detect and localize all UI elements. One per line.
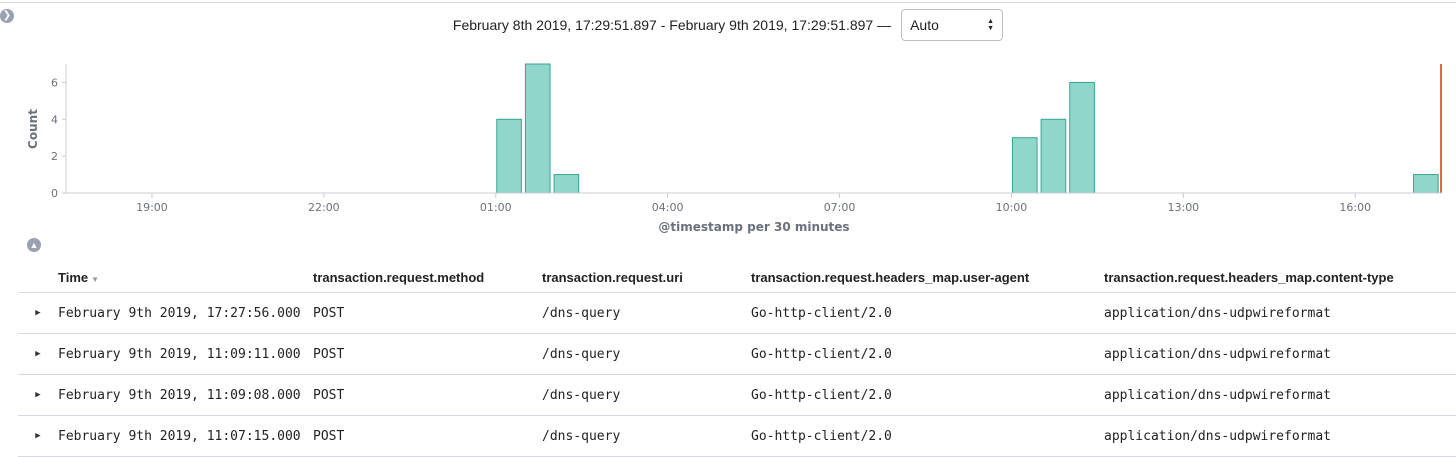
table-cell: application/dns-udpwireformat (1104, 333, 1456, 375)
table-cell: /dns-query (542, 292, 751, 334)
table-cell: POST (313, 292, 542, 334)
y-tick-label: 4 (51, 113, 58, 126)
y-tick-label: 6 (51, 76, 58, 89)
table-cell: Go-http-client/2.0 (751, 292, 1104, 334)
x-tick-label: 10:00 (996, 201, 1028, 214)
collapse-chart-icon[interactable]: ▲ (27, 238, 41, 252)
sort-desc-icon[interactable]: ▼ (91, 275, 99, 284)
table-cell: Go-http-client/2.0 (751, 333, 1104, 375)
column-header[interactable]: transaction.request.headers_map.content-… (1104, 262, 1456, 293)
y-tick-label: 0 (51, 187, 58, 200)
y-axis-title: Count (26, 109, 40, 149)
documents-table: Time ▼ transaction.request.method transacti… (18, 262, 1456, 457)
table-cell: POST (313, 415, 542, 457)
table-row[interactable]: ▶ February 9th 2019, 11:09:11.000 POST/dns… (18, 333, 1456, 375)
time-range-bar: February 8th 2019, 17:29:51.897 - Februa… (0, 8, 1456, 42)
x-tick-label: 01:00 (480, 201, 512, 214)
table-row[interactable]: ▶ February 9th 2019, 17:27:56.000 POST/dns… (18, 292, 1456, 334)
histogram-bar[interactable] (496, 118, 522, 194)
table-cell: POST (313, 374, 542, 416)
expand-column-header (18, 262, 58, 293)
x-tick-label: 22:00 (308, 201, 340, 214)
table-cell: application/dns-udpwireformat (1104, 415, 1456, 457)
x-tick-label: 07:00 (824, 201, 856, 214)
histogram-bar[interactable] (1011, 137, 1038, 194)
expand-row-icon[interactable]: ▶ (18, 374, 58, 416)
x-tick-label: 13:00 (1167, 201, 1199, 214)
column-header-label: transaction.request.method (313, 269, 485, 285)
table-row[interactable]: ▶ February 9th 2019, 11:07:15.000 POST/dns… (18, 415, 1456, 457)
table-cell: February 9th 2019, 11:09:11.000 (58, 333, 313, 375)
top-divider (0, 2, 1456, 3)
x-axis-title: @timestamp per 30 minutes (658, 220, 849, 234)
column-header[interactable]: transaction.request.headers_map.user-age… (751, 262, 1104, 293)
histogram-bar[interactable] (524, 63, 551, 194)
column-header-label: transaction.request.headers_map.user-age… (751, 269, 1030, 285)
histogram-chart: 0 2 4 6 19:00 22:00 01:00 04:00 07:00 10:00 13:00… (26, 63, 1442, 234)
histogram-bar[interactable] (1040, 118, 1067, 194)
table-cell: application/dns-udpwireformat (1104, 374, 1456, 416)
table-header-row: Time ▼ transaction.request.method transacti… (18, 262, 1456, 293)
x-tick-label: 04:00 (652, 201, 684, 214)
table-cell: Go-http-client/2.0 (751, 374, 1104, 416)
table-cell: February 9th 2019, 17:27:56.000 (58, 292, 313, 334)
x-tick-label: 19:00 (136, 201, 168, 214)
column-header[interactable]: Time ▼ (58, 262, 313, 293)
column-header-label: transaction.request.headers_map.content-… (1104, 269, 1394, 285)
table-cell: February 9th 2019, 11:07:15.000 (58, 415, 313, 457)
table-cell: POST (313, 333, 542, 375)
expand-row-icon[interactable]: ▶ (18, 333, 58, 375)
table-cell: Go-http-client/2.0 (751, 415, 1104, 457)
interval-select-value: Auto (910, 17, 939, 33)
column-header-label: Time (58, 269, 89, 285)
table-cell: /dns-query (542, 333, 751, 375)
column-header[interactable]: transaction.request.uri (542, 262, 751, 293)
table-row[interactable]: ▶ February 9th 2019, 11:09:08.000 POST/dns… (18, 374, 1456, 416)
expand-row-icon[interactable]: ▶ (18, 415, 58, 457)
table-cell: application/dns-udpwireformat (1104, 292, 1456, 334)
histogram-bar[interactable] (553, 174, 580, 194)
histogram-bar[interactable] (1069, 81, 1095, 194)
interval-select[interactable]: Auto ▲ ▼ (901, 9, 1004, 41)
column-header-label: transaction.request.uri (542, 269, 683, 285)
table-cell: February 9th 2019, 11:09:08.000 (58, 374, 313, 416)
table-cell: /dns-query (542, 374, 751, 416)
y-tick-label: 2 (51, 150, 58, 163)
column-header[interactable]: transaction.request.method (313, 262, 542, 293)
x-tick-label: 16:00 (1339, 201, 1371, 214)
select-arrows-icon: ▲ ▼ (987, 18, 995, 32)
table-cell: /dns-query (542, 415, 751, 457)
histogram-bar[interactable] (1413, 174, 1439, 194)
expand-row-icon[interactable]: ▶ (18, 292, 58, 334)
time-range-text: February 8th 2019, 17:29:51.897 - Februa… (452, 17, 892, 33)
